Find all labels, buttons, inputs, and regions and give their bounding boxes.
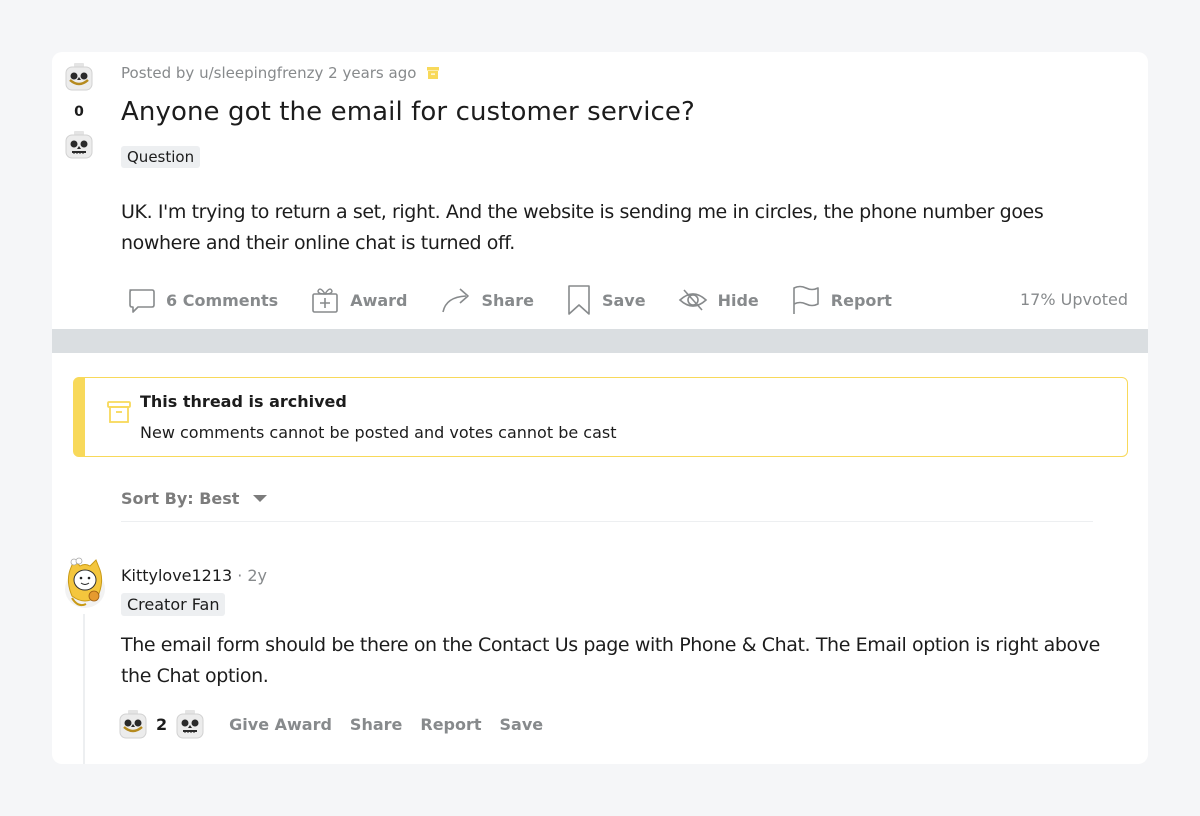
share-label: Share	[481, 290, 534, 310]
post-flair[interactable]: Question	[121, 146, 201, 168]
award-label: Award	[350, 290, 408, 310]
comments-label: 6 Comments	[166, 290, 279, 310]
comment-icon	[129, 289, 155, 313]
vote-column: 0	[64, 62, 94, 160]
archive-box-icon	[107, 401, 131, 423]
post-meta: Posted by u/sleepingfrenzy 2 years ago	[121, 64, 440, 82]
comment-actions: 2 Give Award Share Report Save	[118, 708, 561, 740]
upvote-lego-head-smile-icon[interactable]	[64, 62, 94, 92]
flag-icon	[792, 285, 819, 314]
caret-down-icon	[253, 495, 268, 502]
comment-age[interactable]: 2y	[247, 566, 267, 585]
archived-subtitle: New comments cannot be posted and votes …	[140, 423, 617, 442]
sort-label: Sort By: Best	[121, 489, 240, 508]
comment-report-button[interactable]: Report	[420, 715, 481, 734]
sort-dropdown[interactable]: Sort By: Best	[121, 489, 268, 508]
comment-share-button[interactable]: Share	[350, 715, 402, 734]
give-award-button[interactable]: Give Award	[229, 715, 332, 734]
thread-line[interactable]	[83, 614, 85, 764]
share-arrow-icon	[441, 288, 469, 313]
report-label: Report	[830, 290, 892, 310]
commenter-avatar[interactable]	[64, 556, 106, 610]
comment-vote-count: 2	[156, 714, 168, 734]
award-button[interactable]: Award	[310, 285, 408, 315]
post-card: 0 Posted by u/sleepingfrenzy 2 years ago…	[52, 52, 1148, 764]
post-actions: 6 Comments Award Share Save Hide Report	[126, 284, 924, 316]
bookmark-icon	[568, 285, 590, 315]
save-button[interactable]: Save	[566, 284, 646, 316]
sort-divider	[121, 521, 1093, 522]
eye-slash-icon	[678, 289, 707, 311]
separator: ·	[237, 566, 243, 585]
post-title[interactable]: Anyone got the email for customer servic…	[121, 97, 695, 127]
report-button[interactable]: Report	[791, 284, 892, 316]
section-divider	[52, 329, 1148, 353]
comment-header: Kittylove1213 · 2y	[121, 566, 267, 585]
post-meta-text[interactable]: Posted by u/sleepingfrenzy 2 years ago	[121, 64, 416, 82]
comment-upvote-lego-head-smile-icon[interactable]	[118, 708, 148, 740]
hide-button[interactable]: Hide	[678, 285, 759, 315]
comment-body: The email form should be there on the Co…	[121, 634, 1100, 687]
hide-label: Hide	[717, 290, 759, 310]
save-label: Save	[601, 290, 646, 310]
downvote-lego-head-skull-icon[interactable]	[64, 130, 94, 160]
comment-save-button[interactable]: Save	[500, 715, 544, 734]
post-body: UK. I'm trying to return a set, right. A…	[121, 201, 1044, 254]
post-vote-count: 0	[74, 104, 84, 120]
comments-button[interactable]: 6 Comments	[126, 285, 278, 315]
comment-author[interactable]: Kittylove1213	[121, 566, 232, 585]
share-button[interactable]: Share	[440, 285, 534, 315]
comment-downvote-lego-head-skull-icon[interactable]	[175, 708, 205, 740]
archived-title: This thread is archived	[140, 392, 347, 411]
archived-notice: This thread is archived New comments can…	[73, 377, 1128, 457]
archived-icon	[427, 67, 440, 79]
gift-icon	[312, 288, 339, 313]
upvote-ratio: 17% Upvoted	[1019, 290, 1128, 309]
comment-flair: Creator Fan	[121, 593, 226, 616]
